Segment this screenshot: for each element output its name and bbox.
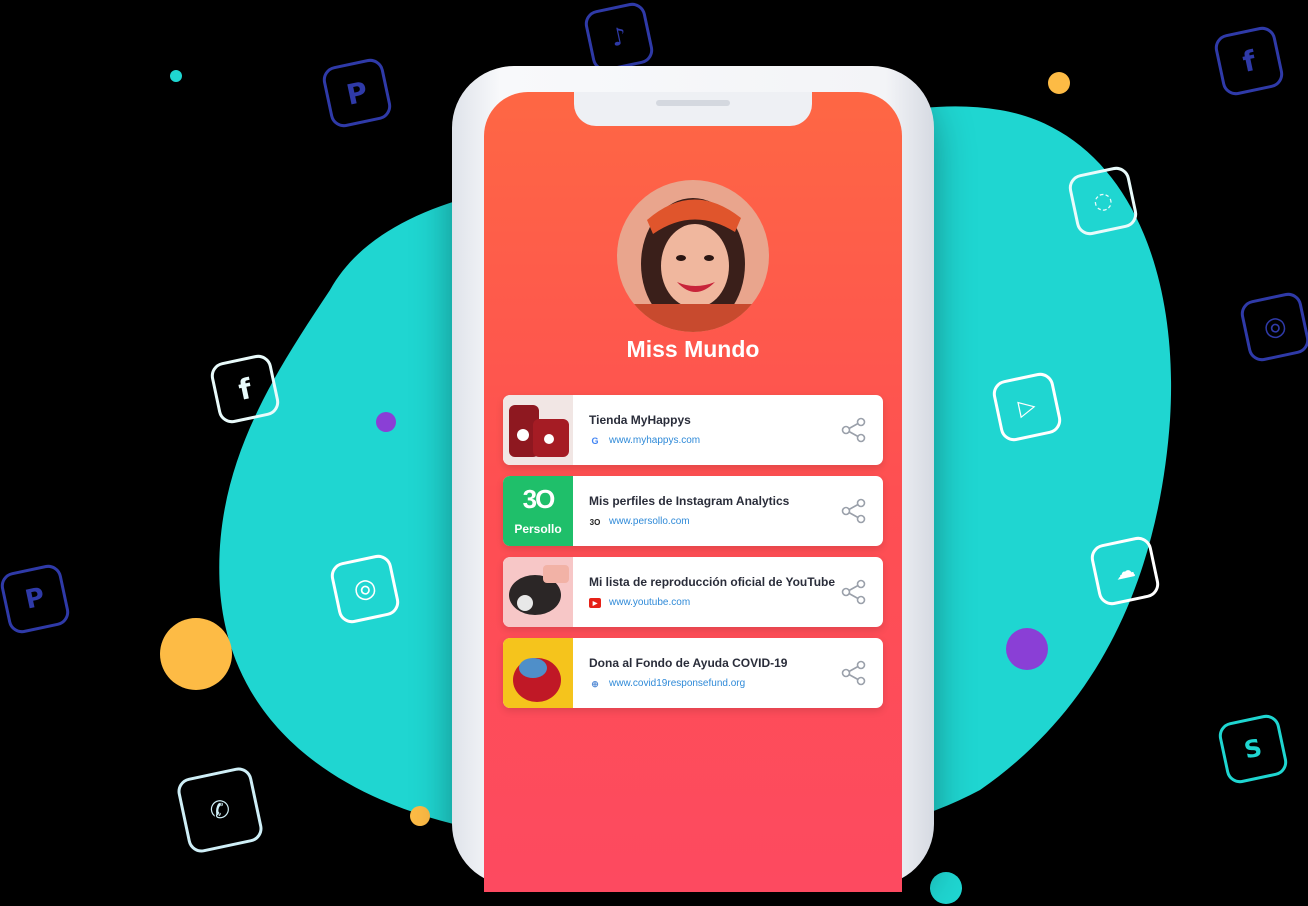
share-icon[interactable] <box>841 417 867 443</box>
facebook-icon: f <box>208 352 282 426</box>
persollo-label: Persollo <box>514 522 562 536</box>
link-thumbnail <box>503 395 573 465</box>
phone-notch <box>574 92 812 126</box>
dot <box>376 412 396 432</box>
persollo-mark: 3O <box>522 484 556 514</box>
dot <box>1006 628 1048 670</box>
facebook-icon: f <box>1212 24 1286 98</box>
link-url[interactable]: www.myhappys.com <box>609 435 700 446</box>
play-icon: ▷ <box>990 370 1064 444</box>
un-globe-icon: ⊕ <box>591 678 599 689</box>
instagram-icon: ◎ <box>1238 290 1308 364</box>
share-icon[interactable] <box>841 579 867 605</box>
messenger-icon: ◌ <box>1066 164 1140 238</box>
speaker-grille <box>656 100 730 106</box>
phone-screen: Miss Mundo Tienda MyHappys G www.myhappy… <box>484 92 902 892</box>
link-url[interactable]: www.youtube.com <box>609 597 690 608</box>
dot <box>410 806 430 826</box>
share-icon[interactable] <box>841 660 867 686</box>
share-icon[interactable] <box>841 498 867 524</box>
link-thumbnail <box>503 557 573 627</box>
bell-icon: ♪ <box>582 0 656 74</box>
pinterest-icon: P <box>0 562 72 636</box>
avatar[interactable] <box>617 180 769 332</box>
link-thumbnail <box>503 638 573 708</box>
link-title: Dona al Fondo de Ayuda COVID-19 <box>589 656 788 670</box>
dot <box>170 70 182 82</box>
dot <box>160 618 232 690</box>
dot <box>1048 72 1070 94</box>
link-title: Tienda MyHappys <box>589 413 691 427</box>
youtube-icon: ▶ <box>589 598 601 608</box>
link-card[interactable]: Tienda MyHappys G www.myhappys.com <box>503 395 883 465</box>
paypal-icon: P <box>320 56 394 130</box>
promo-scene: P ♪ f ◌ ◎ f ▷ ◎ ☁ P S ✆ Miss Mundo Tiend… <box>0 0 1308 906</box>
link-title: Mi lista de reproducción oficial de YouT… <box>589 575 836 589</box>
link-card[interactable]: Mi lista de reproducción oficial de YouT… <box>503 557 883 627</box>
profile-name: Miss Mundo <box>626 336 760 362</box>
link-card[interactable]: 3O Persollo Mis perfiles de Instagram An… <box>503 476 883 546</box>
persollo-logo: 3O Persollo <box>503 476 573 546</box>
skype-icon: S <box>1216 712 1290 786</box>
dot <box>930 872 962 904</box>
google-icon: G <box>591 436 599 446</box>
soundcloud-icon: ☁ <box>1088 534 1162 608</box>
link-card[interactable]: Dona al Fondo de Ayuda COVID-19 ⊕ www.co… <box>503 638 883 708</box>
instagram-icon: ◎ <box>328 552 402 626</box>
whatsapp-icon: ✆ <box>174 764 266 856</box>
phone-mockup: Miss Mundo Tienda MyHappys G www.myhappy… <box>452 66 934 892</box>
link-url[interactable]: www.persollo.com <box>609 516 690 527</box>
link-url[interactable]: www.covid19responsefund.org <box>609 678 745 689</box>
link-title: Mis perfiles de Instagram Analytics <box>589 494 790 508</box>
persollo-icon: 3O <box>589 517 601 527</box>
